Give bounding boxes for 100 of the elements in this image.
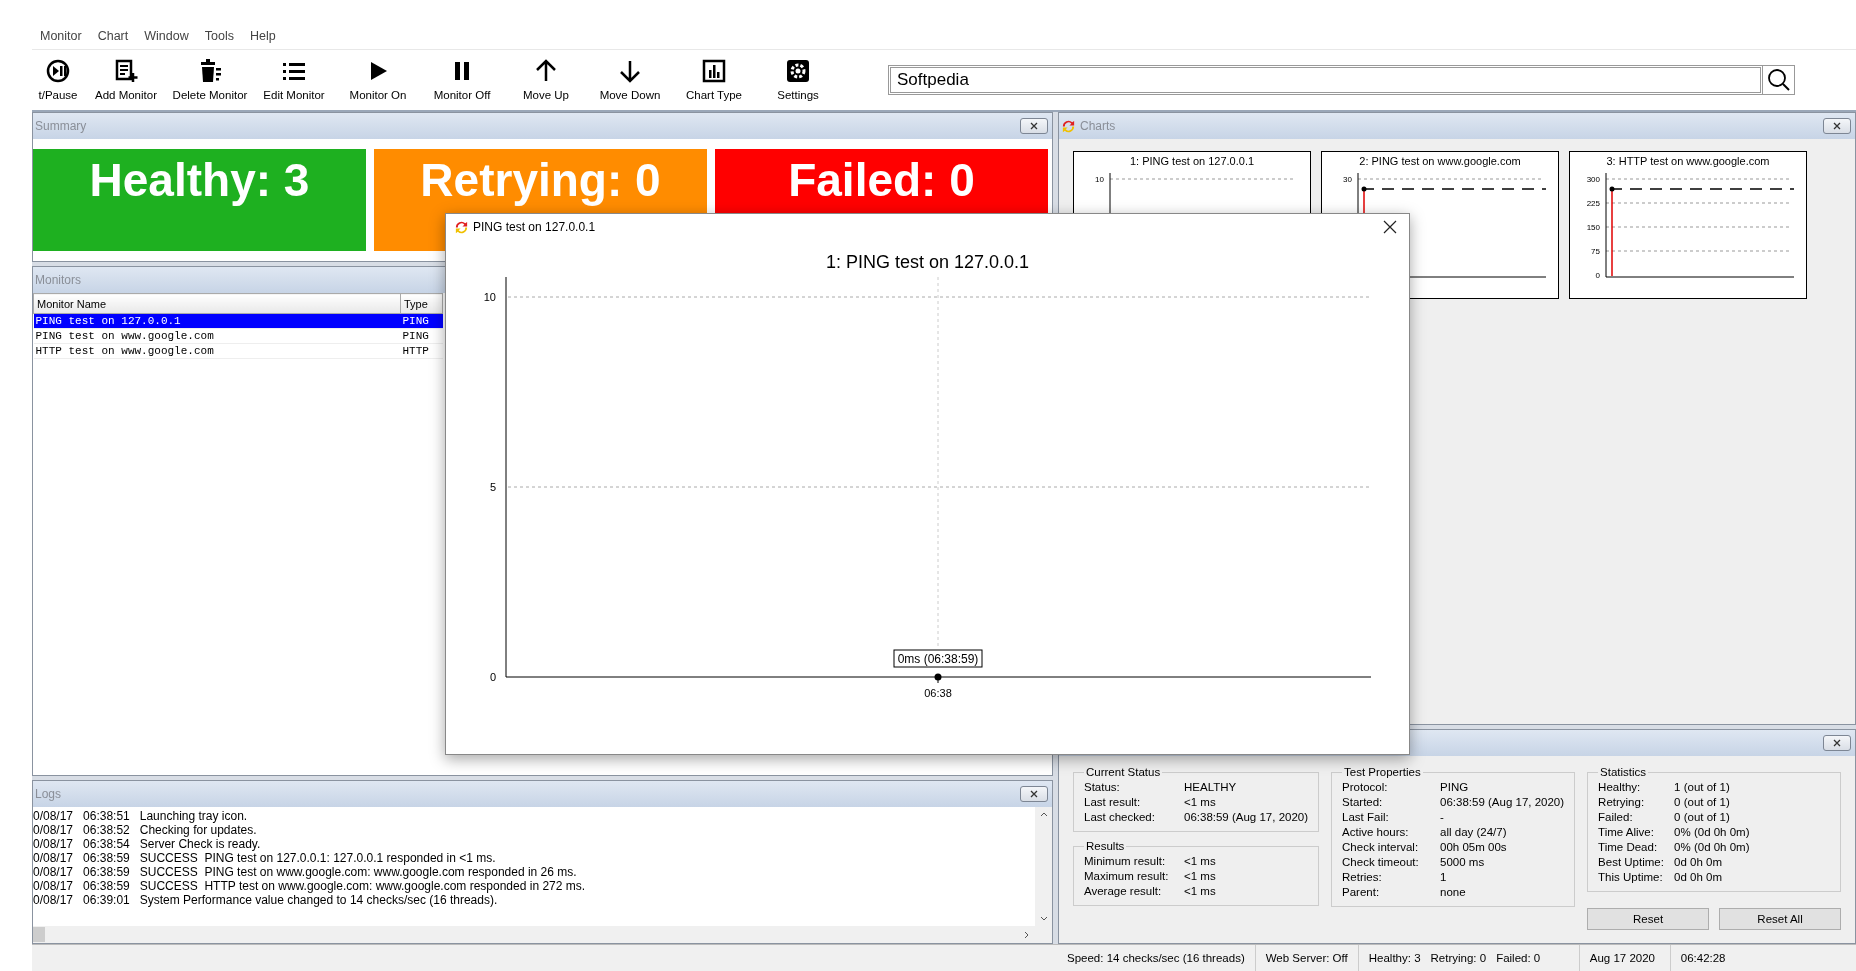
menu-item[interactable]: Chart [97, 29, 129, 45]
trash-icon [198, 59, 222, 83]
field-value: 0 (out of 1) [1674, 810, 1730, 825]
panel-title: Monitors [35, 273, 81, 287]
app-icon [454, 219, 469, 235]
tick-label: 10 [1095, 175, 1104, 184]
field-label: Time Alive: [1598, 825, 1655, 840]
gear-icon [786, 59, 810, 83]
scroll-thumb[interactable] [33, 927, 45, 942]
bar-chart-icon [702, 59, 726, 83]
field-value: 5000 ms [1440, 855, 1485, 870]
monitor-row[interactable]: PING test on www.google.com PING [33, 328, 443, 344]
field-label: Started: [1342, 795, 1384, 810]
field-label: Healthy: [1598, 780, 1642, 795]
status-time: 06:42:28 [1680, 952, 1726, 964]
field-label: Last checked: [1084, 810, 1156, 825]
field-value: 1 (out of 1) [1674, 780, 1730, 795]
log-message: Launching tray icon. [139, 809, 248, 823]
reset-button[interactable]: Reset [1587, 908, 1710, 930]
status-text: Web Server: Off [1265, 952, 1348, 964]
tick-label: 75 [1591, 247, 1600, 256]
search-icon [1766, 68, 1791, 92]
toolbar-button[interactable]: Monitor On [336, 51, 420, 109]
toolbar-button[interactable]: Move Up [504, 51, 588, 109]
toolbar-button[interactable]: Monitor Off [420, 51, 504, 109]
tick-label: 5 [489, 481, 496, 493]
play-pause-icon [46, 59, 70, 83]
menu-item[interactable]: Help [249, 29, 276, 45]
close-icon [1383, 220, 1397, 234]
close-button[interactable] [1823, 118, 1851, 134]
field-value: 0d 0h 0m [1674, 870, 1723, 885]
panel-title: Charts [1080, 119, 1116, 133]
log-time: 06:38:54 [83, 837, 130, 851]
log-message: SUCCESS PING test on 127.0.0.1: 127.0.0.1 responded in <1 ms. [139, 851, 496, 865]
toolbar-button[interactable]: t/Pause [32, 51, 84, 109]
close-icon [1832, 121, 1842, 131]
toolbar-button[interactable]: Edit Monitor [252, 51, 336, 109]
toolbar-button[interactable]: Add Monitor [84, 51, 168, 109]
table-cell: HTTP [400, 343, 443, 359]
field-value: HEALTHY [1184, 780, 1237, 795]
log-message: Checking for updates. [139, 823, 257, 837]
field-label: Average result: [1084, 884, 1163, 899]
toolbar-button[interactable]: Move Down [588, 51, 672, 109]
table-cell: PING test on www.google.com [33, 328, 401, 344]
field-value: 0 (out of 1) [1674, 795, 1730, 810]
panel-title: Summary [35, 119, 87, 133]
field-value: PING [1440, 780, 1469, 795]
column-header[interactable]: Monitor Name [33, 293, 401, 314]
toolbar-button[interactable]: Chart Type [672, 51, 756, 109]
field-value: <1 ms [1184, 795, 1216, 810]
close-button[interactable] [1823, 735, 1851, 751]
log-date: 0/08/17 [33, 865, 74, 879]
field-label: Last result: [1084, 795, 1142, 810]
log-date: 0/08/17 [33, 893, 74, 907]
status-text: Healthy: 3 [1368, 952, 1421, 964]
search-button[interactable] [1763, 65, 1795, 95]
field-label: Time Dead: [1598, 840, 1659, 855]
scrollbar[interactable] [33, 926, 1052, 943]
tick-label: 150 [1586, 223, 1600, 232]
field-label: Retries: [1342, 870, 1383, 885]
group-title: Results [1085, 840, 1126, 852]
field-label: Retrying: [1598, 795, 1646, 810]
field-label: Best Uptime: [1598, 855, 1665, 870]
log-date: 0/08/17 [33, 837, 74, 851]
reset-button[interactable]: Reset All [1719, 908, 1841, 930]
monitor-row[interactable]: HTTP test on www.google.com HTTP [33, 343, 443, 359]
menu-item[interactable]: Monitor [40, 29, 82, 45]
tick-label: 0 [1595, 271, 1600, 280]
search-field[interactable]: Softpedia [888, 65, 1763, 95]
toolbar-button[interactable]: Delete Monitor [168, 51, 252, 109]
close-button[interactable] [1020, 118, 1048, 134]
field-label: Maximum result: [1084, 869, 1170, 884]
add-document-icon [114, 59, 138, 83]
status-text: Retrying: 0 [1430, 952, 1487, 964]
log-date: 0/08/17 [33, 809, 74, 823]
column-header[interactable]: Type [400, 293, 443, 314]
status-tile: Healthy: 3 [33, 149, 366, 251]
tick-label: 225 [1586, 199, 1600, 208]
chart-title: 1: PING test on 127.0.0.1 [825, 252, 1030, 273]
field-value: 00h 05m 00s [1440, 840, 1507, 855]
scrollbar[interactable] [1035, 807, 1052, 926]
log-time: 06:38:52 [83, 823, 130, 837]
down-arrow-icon [618, 59, 642, 83]
toolbar-button[interactable]: Settings [756, 51, 840, 109]
field-label: Status: [1084, 780, 1121, 795]
log-message: System Performance value changed to 14 checks/sec (16 threads). [139, 893, 498, 907]
panel-title: Logs [35, 787, 62, 801]
window-title: PING test on 127.0.0.1 [473, 220, 596, 234]
close-icon [1029, 789, 1039, 799]
field-value: <1 ms [1184, 884, 1216, 899]
tick-label: 300 [1586, 175, 1600, 184]
menu-item[interactable]: Window [144, 29, 189, 45]
chart-title: 1: PING test on 127.0.0.1 [1129, 154, 1255, 167]
tick-label: 30 [1343, 175, 1352, 184]
log-time: 06:39:01 [83, 893, 130, 907]
menu-item[interactable]: Tools [204, 29, 234, 45]
tick-label: 0 [489, 671, 496, 683]
up-arrow-icon [534, 59, 558, 83]
log-time: 06:38:59 [83, 879, 130, 893]
close-button[interactable] [1020, 786, 1048, 802]
